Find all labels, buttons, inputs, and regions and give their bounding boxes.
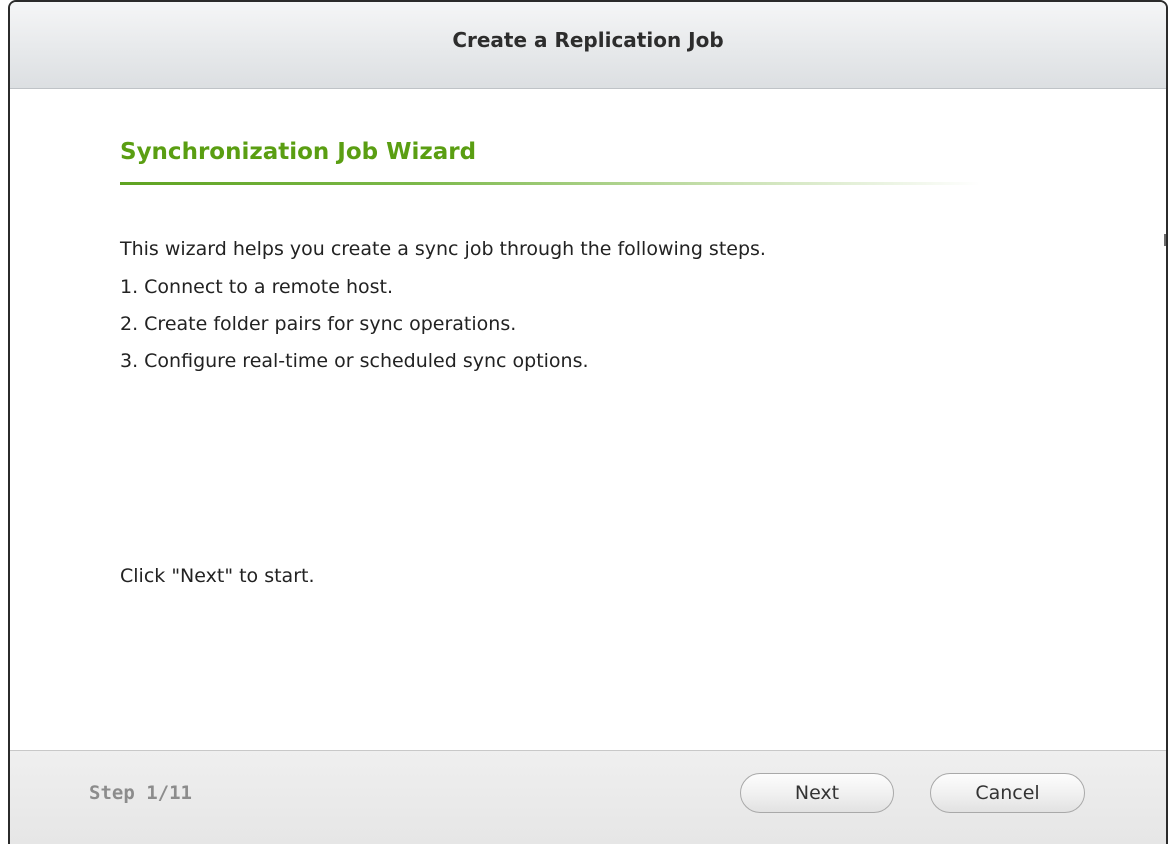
next-button[interactable]: Next	[740, 773, 894, 813]
wizard-heading: Synchronization Job Wizard	[120, 139, 477, 165]
wizard-step-1: 1. Connect to a remote host.	[120, 276, 394, 298]
wizard-steps-list: 1. Connect to a remote host. 2. Create f…	[120, 275, 589, 386]
dialog-title: Create a Replication Job	[452, 28, 724, 52]
wizard-step-2: 2. Create folder pairs for sync operatio…	[120, 313, 517, 335]
wizard-intro-text: This wizard helps you create a sync job …	[120, 238, 766, 260]
dialog-content: Synchronization Job Wizard This wizard h…	[10, 89, 1166, 751]
replication-job-dialog: Create a Replication Job Synchronization…	[8, 0, 1168, 844]
heading-underline	[120, 182, 980, 185]
edge-mark	[1164, 234, 1166, 246]
cancel-button[interactable]: Cancel	[930, 773, 1085, 813]
wizard-step-3: 3. Configure real-time or scheduled sync…	[120, 350, 589, 372]
wizard-start-prompt: Click "Next" to start.	[120, 565, 315, 587]
step-indicator: Step 1/11	[89, 782, 192, 804]
dialog-footer: Step 1/11 Next Cancel	[10, 750, 1166, 844]
dialog-titlebar[interactable]: Create a Replication Job	[10, 2, 1166, 89]
